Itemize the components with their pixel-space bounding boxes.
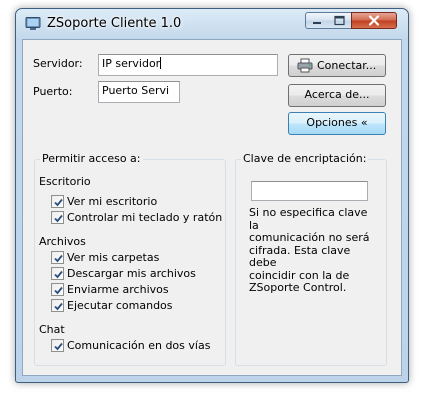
minimize-icon bbox=[313, 22, 321, 24]
check-icon bbox=[54, 342, 63, 351]
checkbox-label: Comunicación en dos vías bbox=[67, 339, 211, 352]
conectar-button[interactable]: Conectar... bbox=[288, 54, 386, 77]
conectar-label: Conectar... bbox=[317, 59, 377, 72]
app-window: ZSoporte Cliente 1.0 Servidor: IP servid… bbox=[15, 8, 409, 383]
maximize-icon bbox=[334, 15, 345, 26]
clave-group: Clave de encriptación: Si no especifica … bbox=[235, 152, 387, 366]
clave-input[interactable] bbox=[251, 181, 368, 201]
maximize-button[interactable] bbox=[328, 12, 352, 29]
clave-note-line: comunicación no será bbox=[249, 231, 370, 244]
window-title: ZSoporte Cliente 1.0 bbox=[47, 16, 182, 31]
checkbox-box[interactable] bbox=[51, 267, 64, 280]
checkbox-box[interactable] bbox=[51, 299, 64, 312]
title-bar[interactable]: ZSoporte Cliente 1.0 bbox=[16, 9, 408, 39]
monitor-icon bbox=[25, 17, 41, 30]
opciones-label: Opciones « bbox=[306, 116, 368, 129]
clave-group-title: Clave de encriptación: bbox=[241, 152, 369, 165]
archivos-section-title: Archivos bbox=[39, 235, 86, 248]
minimize-button[interactable] bbox=[305, 12, 329, 29]
check-icon bbox=[54, 302, 63, 311]
close-icon bbox=[368, 15, 380, 26]
acerca-button[interactable]: Acerca de... bbox=[288, 84, 386, 107]
client-area: Servidor: IP servidor Puerto: Puerto Ser… bbox=[22, 39, 402, 376]
printer-network-icon bbox=[297, 58, 313, 73]
check-icon bbox=[54, 214, 63, 223]
checkbox-label: Ver mis carpetas bbox=[67, 251, 160, 264]
chat-section-title: Chat bbox=[39, 323, 65, 336]
servidor-input[interactable]: IP servidor bbox=[98, 54, 278, 76]
clave-note-line: ZSoporte Control. bbox=[249, 281, 347, 294]
checkbox-label: Ver mi escritorio bbox=[67, 195, 158, 208]
puerto-label: Puerto: bbox=[33, 85, 73, 98]
text-caret bbox=[160, 57, 162, 69]
clave-note-line: Si no especifica clave la bbox=[249, 206, 368, 232]
servidor-label: Servidor: bbox=[33, 57, 83, 70]
check-icon bbox=[54, 270, 63, 279]
clave-note: Si no especifica clave la comunicación n… bbox=[249, 206, 377, 295]
checkbox-label: Descargar mis archivos bbox=[67, 267, 196, 280]
checkbox-box[interactable] bbox=[51, 195, 64, 208]
opciones-button[interactable]: Opciones « bbox=[288, 112, 386, 135]
checkbox-label: Controlar mi teclado y ratón bbox=[67, 211, 223, 224]
checkbox-box[interactable] bbox=[51, 283, 64, 296]
servidor-value: IP servidor bbox=[102, 57, 161, 70]
check-icon bbox=[54, 286, 63, 295]
puerto-value: Puerto Servi bbox=[102, 84, 170, 97]
acerca-label: Acerca de... bbox=[304, 88, 370, 101]
permisos-group-title: Permitir acceso a: bbox=[40, 152, 143, 165]
checkbox-box[interactable] bbox=[51, 211, 64, 224]
checkbox-label: Enviarme archivos bbox=[67, 283, 169, 296]
escritorio-section-title: Escritorio bbox=[39, 175, 91, 188]
puerto-input[interactable]: Puerto Servi bbox=[98, 81, 180, 103]
checkbox-label: Ejecutar comandos bbox=[67, 299, 173, 312]
check-icon bbox=[54, 198, 63, 207]
checkbox-box[interactable] bbox=[51, 339, 64, 352]
close-button[interactable] bbox=[351, 12, 397, 29]
permisos-group: Permitir acceso a: Escritorio Ver mi esc… bbox=[34, 152, 226, 366]
clave-note-line: cifrada. Esta clave debe bbox=[249, 243, 351, 269]
checkbox-box[interactable] bbox=[51, 251, 64, 264]
check-icon bbox=[54, 254, 63, 263]
